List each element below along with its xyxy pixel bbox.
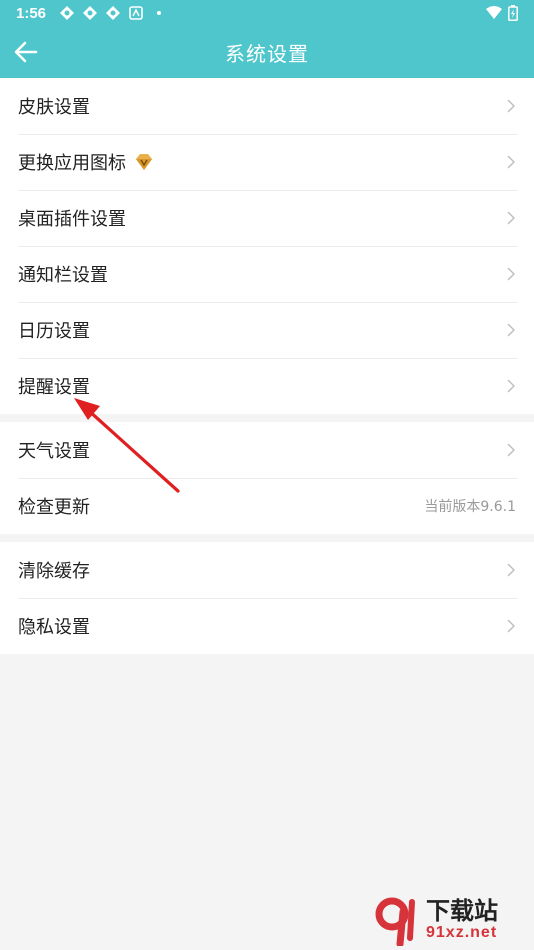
status-bar: 1:56 — [0, 0, 534, 26]
settings-item-reminder[interactable]: 提醒设置 — [0, 358, 534, 414]
chevron-right-icon — [507, 155, 515, 169]
chevron-right-icon — [507, 323, 515, 337]
settings-item-app-icon[interactable]: 更换应用图标 — [0, 134, 534, 190]
page-title: 系统设置 — [225, 41, 309, 66]
settings-item-widget[interactable]: 桌面插件设置 — [0, 190, 534, 246]
dot-icon — [157, 11, 162, 15]
watermark: 下载站 91xz.net — [370, 892, 530, 948]
chevron-right-icon — [507, 379, 515, 393]
watermark-text-bottom: 91xz.net — [426, 924, 498, 941]
settings-item-label: 通知栏设置 — [18, 265, 108, 286]
settings-item-label: 日历设置 — [18, 321, 90, 342]
arrow-left-icon[interactable] — [12, 38, 40, 66]
settings-item-label: 皮肤设置 — [18, 97, 90, 118]
settings-item-check-update[interactable]: 检查更新 当前版本9.6.1 — [0, 478, 534, 534]
chevron-right-icon — [507, 267, 515, 281]
settings-item-label: 更换应用图标 — [18, 153, 126, 174]
wifi-icon — [486, 6, 502, 19]
settings-item-label: 天气设置 — [18, 441, 90, 462]
settings-item-label: 提醒设置 — [18, 377, 90, 398]
a-icon — [129, 6, 143, 20]
version-text: 当前版本9.6.1 — [424, 499, 516, 515]
chevron-right-icon — [507, 619, 515, 633]
settings-group-misc: 天气设置 检查更新 当前版本9.6.1 — [0, 422, 534, 534]
settings-item-notification-bar[interactable]: 通知栏设置 — [0, 246, 534, 302]
settings-item-calendar[interactable]: 日历设置 — [0, 302, 534, 358]
settings-item-privacy[interactable]: 隐私设置 — [0, 598, 534, 654]
chevron-right-icon — [507, 211, 515, 225]
status-time: 1:56 — [16, 4, 47, 22]
settings-item-weather[interactable]: 天气设置 — [0, 422, 534, 478]
app-notification-icon — [83, 6, 98, 20]
watermark-text-top: 下载站 — [426, 897, 498, 925]
settings-item-label: 桌面插件设置 — [18, 209, 126, 230]
battery-icon — [508, 5, 518, 21]
app-notification-icon — [106, 6, 121, 20]
settings-item-label: 清除缓存 — [18, 561, 90, 582]
settings-group-privacy: 清除缓存 隐私设置 — [0, 542, 534, 654]
chevron-right-icon — [507, 443, 515, 457]
watermark-logo — [375, 897, 415, 946]
settings-item-skin[interactable]: 皮肤设置 — [0, 78, 534, 134]
settings-item-label: 隐私设置 — [18, 617, 90, 638]
app-notification-icon — [60, 6, 75, 20]
vip-diamond-icon — [136, 154, 152, 170]
settings-group-display: 皮肤设置 更换应用图标 桌面插件设置 通知栏设置 日历设置 提醒设置 — [0, 78, 534, 414]
settings-item-label: 检查更新 — [18, 497, 90, 518]
chevron-right-icon — [507, 563, 515, 577]
chevron-right-icon — [507, 99, 515, 113]
settings-item-clear-cache[interactable]: 清除缓存 — [0, 542, 534, 598]
app-bar: 系统设置 — [0, 26, 534, 78]
